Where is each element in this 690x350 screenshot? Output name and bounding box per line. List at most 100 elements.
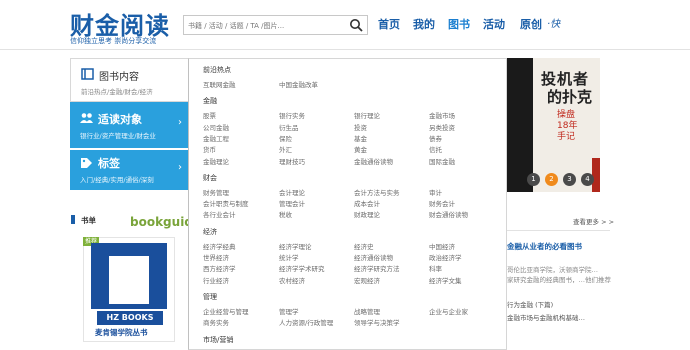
dropdown-category-link[interactable]: 中国金融改革 — [279, 79, 318, 89]
nav-home[interactable]: 首页 — [378, 16, 400, 32]
category-title: 图书内容 — [99, 72, 139, 83]
list-item: 哥伦比亚商学院，沃顿商学院… — [507, 266, 598, 274]
search-box — [183, 15, 368, 35]
publisher-name: HZ BOOKS — [97, 311, 163, 325]
dropdown-category-link[interactable]: 统计学 — [279, 252, 299, 262]
nav-original[interactable]: 原创 — [520, 16, 542, 32]
dropdown-category-link[interactable]: 经济通俗读物 — [354, 252, 393, 262]
dropdown-category-link[interactable]: 基金 — [354, 133, 367, 143]
carousel-dot[interactable]: 3 — [563, 173, 576, 186]
dropdown-category-link[interactable]: 经济学研究方法 — [354, 263, 400, 273]
dropdown-category-link[interactable]: 银行实务 — [279, 110, 305, 120]
divider — [507, 230, 610, 231]
site-slogan: 信仰独立思考 崇尚分享交流 — [70, 37, 157, 45]
dropdown-category-link[interactable]: 债券 — [429, 133, 442, 143]
publisher-logo-door — [109, 256, 149, 304]
dropdown-category-link[interactable]: 理财技巧 — [279, 156, 305, 166]
dropdown-category-link[interactable]: 股票 — [203, 110, 216, 120]
dropdown-category-link[interactable]: 经济史 — [354, 241, 374, 251]
dropdown-category-link[interactable]: 金融工程 — [203, 133, 229, 143]
list-link[interactable]: 金融市场与金融机构基础… — [507, 312, 585, 322]
dropdown-category-link[interactable]: 农村经济 — [279, 275, 305, 285]
search-icon[interactable] — [349, 18, 363, 32]
original-mark: ·快 — [547, 19, 561, 30]
dropdown-category-link[interactable]: 财务会计 — [429, 198, 455, 208]
dropdown-category-link[interactable]: 西方经济学 — [203, 263, 236, 273]
chevron-right-icon: › — [178, 162, 182, 173]
dropdown-category-link[interactable]: 财务管理 — [203, 187, 229, 197]
dropdown-category-link[interactable]: 成本会计 — [354, 198, 380, 208]
book-icon — [81, 68, 94, 80]
dropdown-category-link[interactable]: 投资 — [354, 122, 367, 132]
carousel-dot-active[interactable]: 2 — [545, 173, 558, 186]
dropdown-category-link[interactable]: 会计职责与制度 — [203, 198, 249, 208]
dropdown-category-link[interactable]: 管理学 — [279, 306, 299, 316]
nav-mine[interactable]: 我的 — [413, 16, 435, 32]
category-sub: 入门/经典/实用/通俗/深刻 — [80, 176, 154, 184]
dropdown-category-link[interactable]: 会计理论 — [279, 187, 305, 197]
dropdown-category-link[interactable]: 公司金融 — [203, 122, 229, 132]
dropdown-category-link[interactable]: 会计方法与实务 — [354, 187, 400, 197]
dropdown-category-link[interactable]: 行业经济 — [203, 275, 229, 285]
list-title[interactable]: 金融从业者的必看图书 — [507, 241, 582, 252]
dropdown-section-title: 前沿热点 — [203, 66, 231, 74]
users-icon — [80, 113, 93, 123]
dropdown-category-link[interactable]: 经济学学术研究 — [279, 263, 325, 273]
dropdown-category-link[interactable]: 经济学经典 — [203, 241, 236, 251]
banner-title-line2: 的扑克 — [547, 88, 593, 106]
carousel-dot[interactable]: 4 — [581, 173, 594, 186]
dropdown-category-link[interactable]: 财会通俗读物 — [429, 209, 468, 219]
dropdown-category-link[interactable]: 经济学文集 — [429, 275, 462, 285]
dropdown-category-link[interactable]: 商务实务 — [203, 317, 229, 327]
dropdown-category-link[interactable]: 领导学与决策学 — [354, 317, 400, 327]
dropdown-category-link[interactable]: 金融理论 — [203, 156, 229, 166]
dropdown-category-link[interactable]: 国际金融 — [429, 156, 455, 166]
dropdown-category-link[interactable]: 互联网金融 — [203, 79, 236, 89]
chevron-right-icon: › — [178, 117, 182, 128]
see-more-link[interactable]: 查看更多 > > — [573, 216, 614, 226]
dropdown-category-link[interactable]: 信托 — [429, 144, 442, 154]
dropdown-category-link[interactable]: 政治经济学 — [429, 252, 462, 262]
dropdown-category-link[interactable]: 企业经营与管理 — [203, 306, 249, 316]
dropdown-category-link[interactable]: 宏观经济 — [354, 275, 380, 285]
dropdown-category-link[interactable]: 外汇 — [279, 144, 292, 154]
dropdown-category-link[interactable]: 另类投资 — [429, 122, 455, 132]
category-tags[interactable]: 标签 入门/经典/实用/通俗/深刻 › — [70, 150, 188, 190]
dropdown-category-link[interactable]: 衍生品 — [279, 122, 299, 132]
dropdown-category-link[interactable]: 银行理论 — [354, 110, 380, 120]
dropdown-category-link[interactable]: 世界经济 — [203, 252, 229, 262]
dropdown-category-link[interactable]: 财政理论 — [354, 209, 380, 219]
tag-icon — [81, 158, 92, 168]
booklist-label: 书单 — [81, 216, 96, 225]
nav-books[interactable]: 图书 — [448, 16, 470, 32]
dropdown-category-link[interactable]: 战略管理 — [354, 306, 380, 316]
dropdown-category-link[interactable]: 管理会计 — [279, 198, 305, 208]
search-input[interactable] — [188, 19, 338, 32]
category-sub: 前沿热点/金融/财会/经济 — [81, 88, 153, 96]
category-title: 适读对象 — [98, 113, 142, 126]
dropdown-category-link[interactable]: 科率 — [429, 263, 442, 273]
dropdown-category-link[interactable]: 人力资源/行政管理 — [279, 317, 333, 327]
dropdown-category-link[interactable]: 经济学理论 — [279, 241, 312, 251]
dropdown-category-link[interactable]: 金融市场 — [429, 110, 455, 120]
category-dropdown: 前沿热点 互联网金融 中国金融改革 金融 股票 银行实务 银行理论 金融市场 公司金融 衍生品 投资… — [188, 58, 507, 350]
dropdown-category-link[interactable]: 中国经济 — [429, 241, 455, 251]
header: 财金阅读 信仰独立思考 崇尚分享交流 首页 我的 图书 活动 原创 ·快 — [0, 0, 690, 50]
carousel-dot[interactable]: 1 — [527, 173, 540, 186]
carousel-dots: 1 2 3 4 — [527, 173, 594, 186]
category-book-content[interactable]: 图书内容 前沿热点/金融/财会/经济 — [70, 58, 188, 102]
dropdown-category-link[interactable]: 各行业会计 — [203, 209, 236, 219]
dropdown-section-title: 经济 — [203, 227, 217, 236]
dropdown-category-link[interactable]: 货币 — [203, 144, 216, 154]
dropdown-category-link[interactable]: 企业与企业家 — [429, 306, 468, 316]
list-item: 家研究金融的经典图书，…他们推荐 — [507, 276, 611, 284]
category-readers[interactable]: 适读对象 银行业/资产管理业/财会业 › — [70, 102, 188, 148]
dropdown-category-link[interactable]: 金融通俗读物 — [354, 156, 393, 166]
dropdown-category-link[interactable]: 审计 — [429, 187, 442, 197]
dropdown-category-link[interactable]: 税收 — [279, 209, 292, 219]
dropdown-section-title: 市场/营销 — [203, 335, 234, 344]
dropdown-category-link[interactable]: 保险 — [279, 133, 292, 143]
list-link[interactable]: 行为金融 (下篇) — [507, 299, 553, 309]
nav-events[interactable]: 活动 — [483, 16, 505, 32]
dropdown-category-link[interactable]: 黄金 — [354, 144, 367, 154]
